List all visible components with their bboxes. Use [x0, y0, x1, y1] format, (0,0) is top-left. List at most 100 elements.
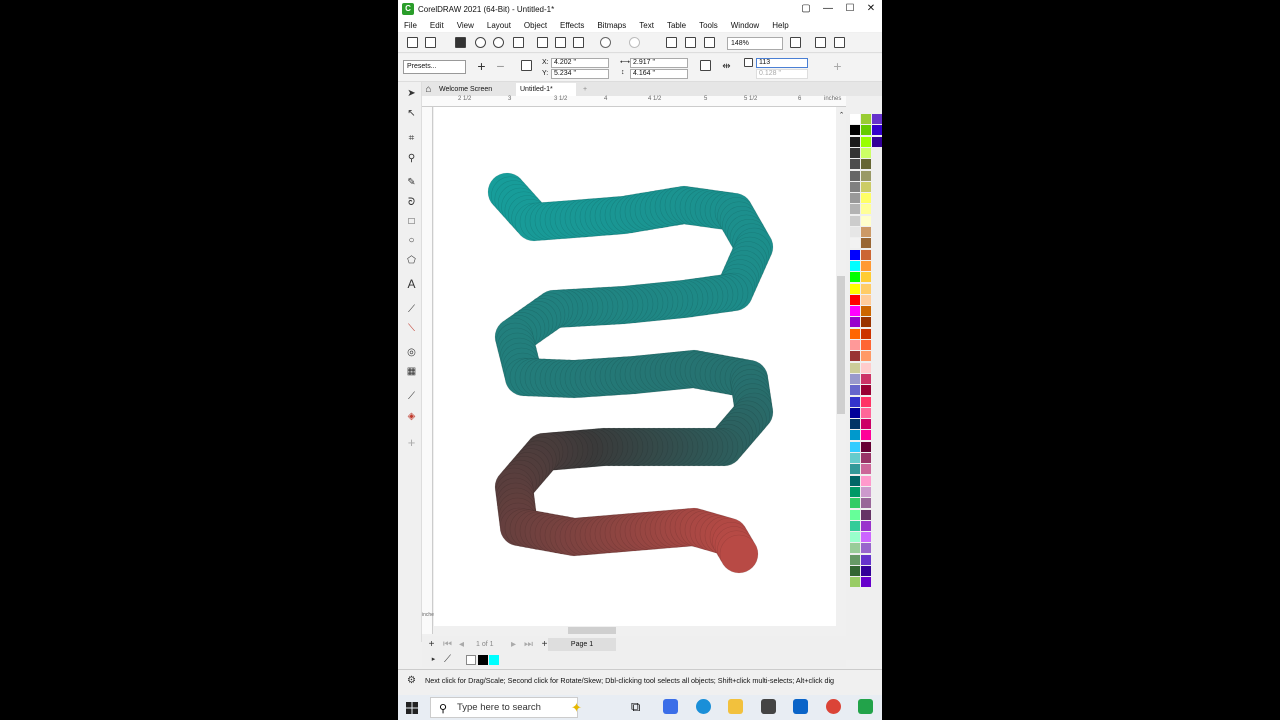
connector-tool-icon[interactable]: ⟍: [406, 323, 417, 334]
palette-swatch[interactable]: [850, 385, 860, 396]
palette-swatch[interactable]: [850, 136, 860, 147]
palette-swatch[interactable]: [850, 125, 860, 136]
height-field[interactable]: 4.164 ": [630, 69, 688, 79]
palette-swatch[interactable]: [861, 306, 871, 317]
color-eyedropper-icon[interactable]: ⟋: [442, 654, 453, 665]
grid-icon[interactable]: [834, 37, 845, 48]
print-icon[interactable]: [513, 37, 524, 48]
y-position-field[interactable]: 5.234 ": [551, 69, 609, 79]
palette-swatch[interactable]: [872, 136, 882, 147]
first-page-icon[interactable]: ⏮: [442, 639, 453, 650]
palette-swatch[interactable]: [861, 577, 871, 588]
palette-swatch[interactable]: [861, 486, 871, 497]
save-icon[interactable]: [455, 37, 466, 48]
menu-text[interactable]: Text: [639, 21, 654, 30]
palette-swatch[interactable]: [850, 351, 860, 362]
palette-swatch[interactable]: [850, 475, 860, 486]
add-page-before-icon[interactable]: +: [426, 639, 437, 650]
paste-icon[interactable]: [573, 37, 584, 48]
freehand-tool-icon[interactable]: ✎: [406, 177, 417, 188]
import-icon[interactable]: [666, 37, 677, 48]
previous-page-icon[interactable]: ◂: [456, 639, 467, 650]
blend-tool-icon[interactable]: ◎: [406, 347, 417, 358]
task-view-icon[interactable]: ⧉: [631, 699, 646, 714]
palette-swatch[interactable]: [850, 362, 860, 373]
palette-swatch[interactable]: [850, 566, 860, 576]
menu-help[interactable]: Help: [772, 21, 788, 30]
polygon-tool-icon[interactable]: ⬠: [406, 255, 417, 266]
horizontal-scrollbar[interactable]: [434, 626, 836, 634]
store-icon[interactable]: [761, 699, 776, 714]
palette-swatch[interactable]: [861, 566, 871, 576]
palette-swatch[interactable]: [861, 260, 871, 271]
palette-swatch[interactable]: [850, 441, 860, 452]
palette-swatch[interactable]: [861, 317, 871, 328]
palette-swatch[interactable]: [850, 170, 860, 181]
palette-swatch[interactable]: [861, 362, 871, 373]
horizontal-scroll-thumb[interactable]: [568, 627, 616, 634]
palette-swatch[interactable]: [861, 373, 871, 384]
palette-swatch[interactable]: [861, 238, 871, 249]
palette-swatch[interactable]: [850, 249, 860, 260]
ellipse-tool-icon[interactable]: ○: [406, 235, 417, 246]
coreldraw-taskbar-icon[interactable]: [858, 699, 873, 714]
taskbar-search-box[interactable]: ⚲ Type here to search ✦: [430, 697, 582, 718]
menu-bitmaps[interactable]: Bitmaps: [597, 21, 626, 30]
palette-swatch[interactable]: [850, 453, 860, 463]
palette-swatch[interactable]: [861, 351, 871, 362]
undo-icon[interactable]: [600, 37, 611, 48]
palette-swatch[interactable]: [861, 340, 871, 350]
palette-swatch[interactable]: [850, 306, 860, 317]
palette-swatch[interactable]: [850, 227, 860, 237]
copy-icon[interactable]: [555, 37, 566, 48]
palette-swatch[interactable]: [861, 543, 871, 554]
remove-preset-icon[interactable]: −: [495, 59, 506, 73]
shape-tool-icon[interactable]: ↖: [406, 108, 417, 119]
palette-swatch[interactable]: [850, 498, 860, 509]
palette-swatch[interactable]: [850, 419, 860, 430]
palette-swatch[interactable]: [861, 170, 871, 181]
blend-snake[interactable]: [434, 107, 836, 626]
width-field[interactable]: 2.917 ": [630, 58, 688, 68]
palette-swatch[interactable]: [872, 114, 882, 124]
palette-swatch[interactable]: [861, 385, 871, 396]
palette-swatch[interactable]: [872, 125, 882, 136]
add-tab-button[interactable]: +: [579, 83, 591, 96]
palette-swatch[interactable]: [861, 498, 871, 509]
rectangle-tool-icon[interactable]: □: [406, 216, 417, 227]
cloud-upload-icon[interactable]: [475, 37, 486, 48]
publish-pdf-icon[interactable]: [704, 37, 715, 48]
page-1-tab[interactable]: Page 1: [548, 638, 616, 651]
menu-file[interactable]: File: [404, 21, 417, 30]
zoom-tool-icon[interactable]: ⚲: [406, 153, 417, 164]
file-explorer-icon[interactable]: [728, 699, 743, 714]
cyan-swatch[interactable]: [489, 655, 499, 665]
palette-swatch[interactable]: [861, 419, 871, 430]
object-origin-icon[interactable]: [521, 60, 532, 71]
last-page-icon[interactable]: ⏭: [523, 639, 534, 650]
blend-path-icon[interactable]: [700, 60, 711, 71]
menu-tools[interactable]: Tools: [699, 21, 718, 30]
cut-icon[interactable]: [537, 37, 548, 48]
palette-swatch[interactable]: [850, 328, 860, 339]
palette-swatch[interactable]: [850, 238, 860, 249]
palette-swatch[interactable]: [850, 543, 860, 554]
palette-swatch[interactable]: [861, 475, 871, 486]
window-menu-icon[interactable]: ▢: [795, 0, 817, 18]
menu-effects[interactable]: Effects: [560, 21, 584, 30]
tab-untitled-1[interactable]: Untitled-1*: [516, 83, 576, 96]
blend-spacing-icon[interactable]: ⇹: [721, 61, 732, 72]
blend-spacing-field[interactable]: 0.128 ": [756, 69, 808, 79]
gear-icon[interactable]: ⚙: [406, 675, 417, 686]
x-position-field[interactable]: 4.202 ": [551, 58, 609, 68]
palette-swatch[interactable]: [850, 340, 860, 350]
palette-swatch[interactable]: [850, 396, 860, 407]
palette-swatch[interactable]: [861, 147, 871, 158]
pick-tool-icon[interactable]: ➤: [406, 88, 417, 99]
palette-swatch[interactable]: [861, 554, 871, 565]
palette-swatch[interactable]: [850, 464, 860, 475]
outlook-icon[interactable]: [793, 699, 808, 714]
palette-swatch[interactable]: [861, 328, 871, 339]
text-tool-icon[interactable]: A: [406, 278, 417, 290]
menu-window[interactable]: Window: [731, 21, 759, 30]
